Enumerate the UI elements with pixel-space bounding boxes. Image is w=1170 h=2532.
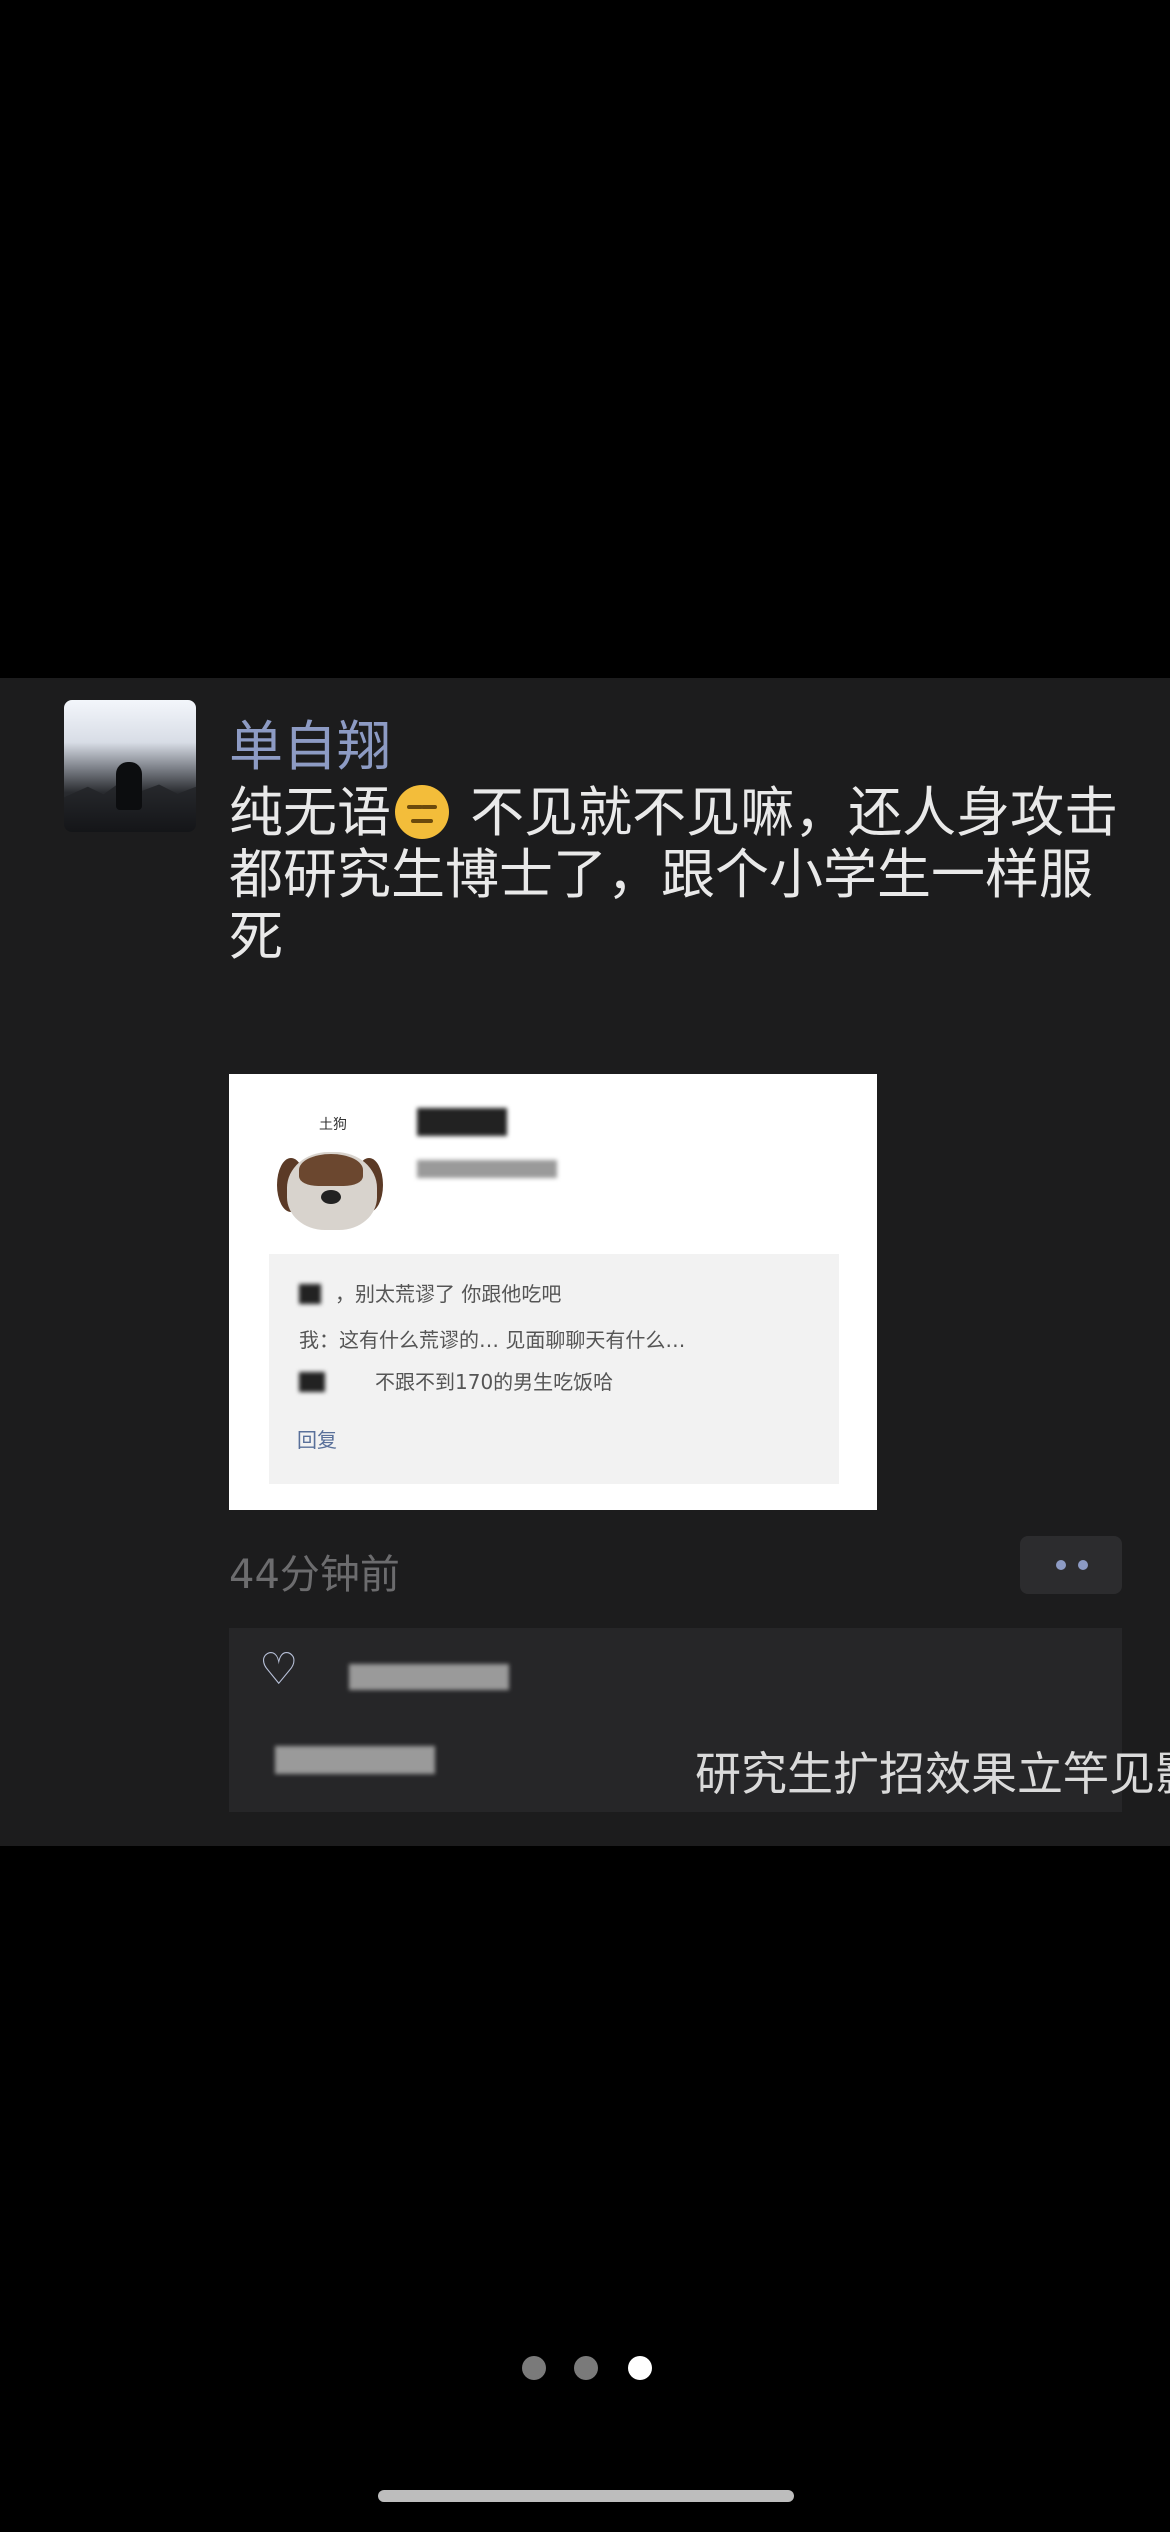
author-name[interactable]: 单自翔: [229, 702, 391, 781]
post-text-part2: 不见就不见嘛，还人身攻击: [453, 781, 1119, 844]
avatar-figure: [116, 762, 142, 810]
blurred-commenter-2: [299, 1372, 325, 1392]
dog-avatar-icon: [273, 1144, 389, 1240]
home-indicator[interactable]: [378, 2490, 794, 2502]
page-dot[interactable]: [522, 2356, 546, 2380]
likes-comments-panel: ♡ 研究生扩招效果立竿见影: [229, 1628, 1170, 1812]
comment-line-2: 我：这有什么荒谬的… 见面聊聊天有什么…: [299, 1328, 686, 1352]
post-timestamp: 44分钟前: [229, 1552, 400, 1598]
avatar[interactable]: [64, 700, 196, 832]
comment-line-1: ，别太荒谬了 你跟他吃吧: [335, 1282, 562, 1306]
blurred-commenter: [299, 1284, 321, 1304]
reply-link: 回复: [297, 1428, 337, 1452]
blurred-username: [417, 1108, 507, 1136]
blurred-likers: [349, 1664, 509, 1690]
post-text-part1: 纯无语: [229, 781, 391, 844]
comment-text: 研究生扩招效果立竿见影: [695, 1747, 1170, 1801]
heart-icon: ♡: [259, 1644, 299, 1695]
neutral-face-icon: [395, 785, 449, 839]
page-dot[interactable]: [574, 2356, 598, 2380]
blurred-subtitle: [417, 1160, 557, 1178]
post-text: 纯无语 不见就不见嘛，还人身攻击 都研究生博士了，跟个小学生一样服死: [229, 782, 1134, 968]
page-dot-active[interactable]: [628, 2356, 652, 2380]
comment-line-3: 不跟不到170的男生吃饭哈: [375, 1370, 614, 1394]
more-dots-icon[interactable]: [1020, 1536, 1122, 1594]
moments-post: 单自翔 纯无语 不见就不见嘛，还人身攻击 都研究生博士了，跟个小学生一样服死 土…: [0, 678, 1170, 1846]
comment-thread: ，别太荒谬了 你跟他吃吧 我：这有什么荒谬的… 见面聊聊天有什么… 不跟不到17…: [269, 1254, 839, 1484]
blurred-commenter-name: [275, 1746, 435, 1774]
dog-label: 土狗: [319, 1117, 347, 1133]
page-indicator: [0, 2356, 1170, 2384]
attached-screenshot[interactable]: 土狗 ，别太荒谬了 你跟他吃吧 我：这有什么荒谬的… 见面聊聊天有什么… 不跟不…: [229, 1074, 877, 1510]
post-text-part3: 都研究生博士了，跟个小学生一样服死: [229, 843, 1093, 968]
